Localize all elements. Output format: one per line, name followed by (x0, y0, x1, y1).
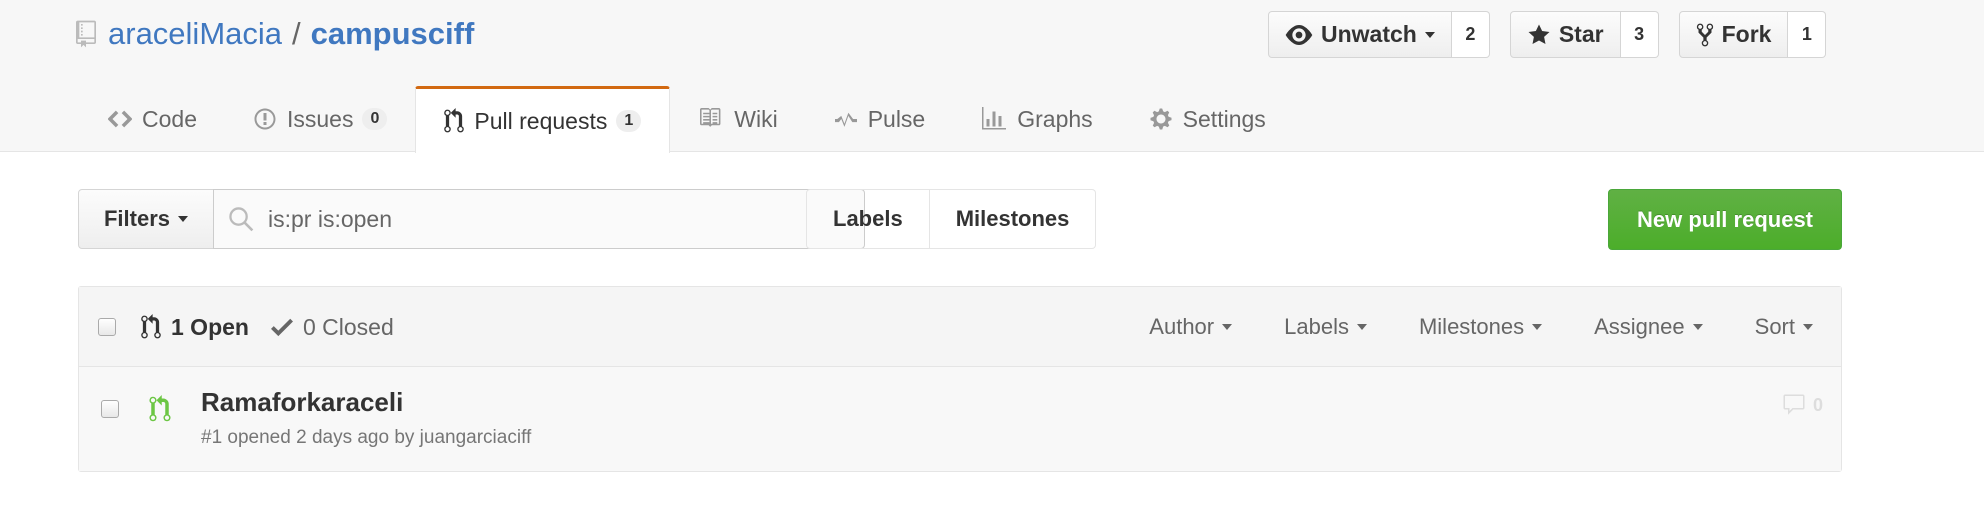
tab-wiki-label: Wiki (734, 105, 778, 132)
milestones-filter-label: Milestones (1418, 314, 1525, 339)
git-pull-request-icon (141, 314, 161, 339)
filter-bar: Filters Labels Milestones New pull reque… (78, 189, 1984, 250)
tab-pulse-label: Pulse (867, 105, 926, 132)
stargazers-count[interactable]: 3 (1620, 11, 1659, 58)
closed-filter-link[interactable]: 0 Closed (270, 313, 394, 341)
fork-group: Fork 1 (1678, 11, 1827, 58)
milestones-button[interactable]: Milestones (929, 189, 1097, 249)
graph-icon (982, 107, 1007, 130)
item-checkbox[interactable] (101, 400, 119, 418)
pulls-counter: 1 (616, 110, 642, 132)
chevron-down-icon (1424, 31, 1435, 38)
book-icon (700, 108, 721, 127)
author-filter-label: Author (1149, 314, 1215, 339)
sort-filters: Author Labels Milestones Assignee Sort (1097, 287, 1813, 367)
labels-button[interactable]: Labels (806, 189, 930, 249)
check-icon (270, 318, 293, 337)
star-icon (1528, 24, 1550, 44)
sort-label: Sort (1754, 314, 1795, 339)
search-icon (229, 207, 254, 232)
state-filters: 1 Open 0 Closed (141, 287, 394, 367)
assignee-filter-dropdown[interactable]: Assignee (1594, 314, 1703, 340)
tab-settings-label: Settings (1182, 105, 1266, 132)
fork-icon (1696, 23, 1713, 46)
tab-code[interactable]: Code (80, 86, 225, 152)
tab-pull-requests[interactable]: Pull requests 1 (415, 86, 671, 153)
issue-opened-icon (254, 108, 276, 130)
issues-counter: 0 (362, 108, 388, 130)
tab-pull-requests-label: Pull requests (474, 107, 608, 134)
comment-icon (1783, 394, 1805, 415)
forks-count[interactable]: 1 (1788, 11, 1827, 58)
eye-icon (1285, 24, 1313, 45)
fork-button[interactable]: Fork (1678, 11, 1789, 58)
tab-issues-label: Issues (286, 105, 354, 132)
comments-count: 0 (1812, 394, 1823, 415)
tab-settings[interactable]: Settings (1121, 86, 1294, 152)
list-header: 1 Open 0 Closed Author Labels Milestones… (79, 287, 1841, 367)
chevron-down-icon (1532, 324, 1543, 330)
milestones-filter-dropdown[interactable]: Milestones (1418, 314, 1543, 340)
tab-wiki[interactable]: Wiki (670, 86, 805, 152)
star-button[interactable]: Star (1509, 11, 1621, 58)
gear-icon (1150, 108, 1172, 130)
filters-label: Filters (103, 206, 171, 231)
git-pull-request-icon (444, 108, 465, 133)
chevron-down-icon (1692, 324, 1703, 330)
tab-graphs[interactable]: Graphs (953, 86, 1120, 152)
pull-request-list: 1 Open 0 Closed Author Labels Milestones… (78, 286, 1842, 472)
code-icon (108, 110, 132, 128)
watch-group: Unwatch 2 (1268, 11, 1490, 58)
fork-label: Fork (1721, 21, 1772, 47)
repo-header: araceliMacia / campusciff Unwatch 2 Star… (0, 0, 1984, 153)
repo-owner-link[interactable]: araceliMacia (108, 16, 282, 52)
repo-name-link[interactable]: campusciff (311, 16, 475, 52)
search-field (213, 189, 865, 249)
tab-pulse[interactable]: Pulse (806, 86, 954, 152)
unwatch-label: Unwatch (1321, 21, 1417, 47)
chevron-down-icon (1356, 324, 1367, 330)
open-count-label: 1 Open (171, 313, 249, 340)
repo-nav: Code Issues 0 Pull requests 1 Wiki Pulse… (80, 86, 1294, 153)
labels-milestones-group: Labels Milestones (806, 189, 1097, 249)
open-pull-request-icon (149, 395, 171, 422)
pulse-icon (834, 112, 857, 127)
search-input[interactable] (268, 205, 828, 233)
open-filter-link[interactable]: 1 Open (141, 314, 249, 341)
pull-request-meta: #1 opened 2 days ago by juangarciaciff (201, 427, 532, 448)
repo-icon (76, 20, 96, 48)
labels-filter-label: Labels (1284, 314, 1349, 339)
tab-code-label: Code (142, 105, 197, 132)
author-filter-dropdown[interactable]: Author (1149, 314, 1233, 340)
watchers-count[interactable]: 2 (1451, 11, 1490, 58)
select-all-checkbox[interactable] (98, 318, 116, 336)
closed-count-label: 0 Closed (302, 313, 394, 340)
comments-link[interactable]: 0 (1781, 393, 1823, 417)
pull-request-title-link[interactable]: Ramaforkaraceli (201, 387, 403, 418)
new-pull-request-button[interactable]: New pull request (1608, 189, 1842, 250)
star-label: Star (1558, 21, 1604, 47)
list-item: Ramaforkaraceli #1 opened 2 days ago by … (79, 367, 1841, 471)
repo-title: araceliMacia / campusciff (76, 12, 474, 56)
star-group: Star 3 (1509, 11, 1659, 58)
tab-issues[interactable]: Issues 0 (225, 86, 415, 152)
chevron-down-icon (1222, 324, 1233, 330)
chevron-down-icon (178, 216, 189, 222)
chevron-down-icon (1803, 324, 1813, 330)
path-separator: / (292, 16, 301, 51)
sort-dropdown[interactable]: Sort (1755, 314, 1813, 340)
tab-graphs-label: Graphs (1017, 105, 1093, 132)
repo-actions: Unwatch 2 Star 3 Fork 1 (1268, 11, 1846, 58)
unwatch-button[interactable]: Unwatch (1268, 11, 1452, 58)
labels-filter-dropdown[interactable]: Labels (1284, 314, 1367, 340)
filters-dropdown-button[interactable]: Filters (78, 189, 214, 249)
assignee-filter-label: Assignee (1594, 314, 1685, 339)
